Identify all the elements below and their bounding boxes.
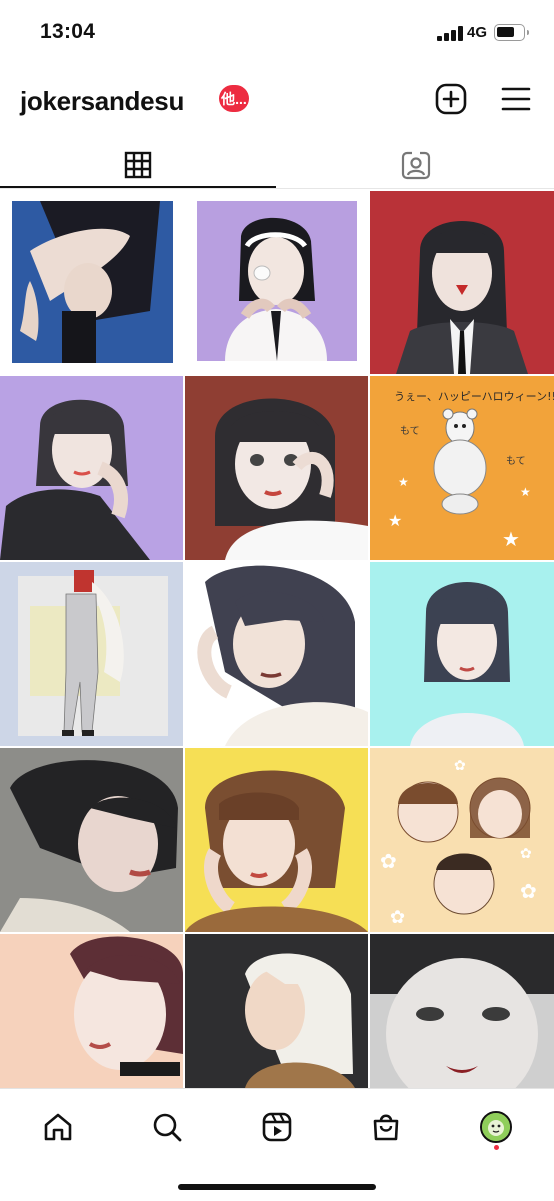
cellular-signal-icon (437, 26, 463, 41)
search-icon (153, 1113, 182, 1142)
grid-post[interactable] (185, 376, 368, 560)
svg-text:✿: ✿ (380, 851, 397, 873)
home-icon (44, 1113, 72, 1141)
svg-text:✿: ✿ (520, 881, 537, 903)
person-tag-icon (401, 151, 431, 180)
active-tab-indicator (0, 186, 276, 188)
nav-search[interactable] (145, 1105, 189, 1149)
svg-text:✿: ✿ (454, 757, 466, 773)
post-grid: うぇー、ハッピーハロウィーン!! もて もて ★ ★ ★ ★ ✿ ✿ ✿ ✿ ✿ (0, 191, 554, 1088)
notification-badge[interactable]: 他... (219, 85, 249, 112)
shop-bag-icon (373, 1114, 399, 1141)
network-type: 4G (467, 24, 488, 41)
nav-reels[interactable] (255, 1105, 299, 1149)
svg-text:✿: ✿ (390, 907, 405, 927)
status-time: 13:04 (40, 20, 96, 43)
post-caption: うぇー、ハッピーハロウィーン!! (394, 390, 554, 403)
grid-post[interactable]: うぇー、ハッピーハロウィーン!! もて もて ★ ★ ★ ★ (370, 376, 554, 560)
post-word: もて (400, 425, 420, 437)
reels-icon (262, 1112, 292, 1142)
profile-activity-dot (494, 1145, 499, 1150)
grid-post[interactable] (0, 934, 183, 1088)
grid-icon (124, 151, 152, 179)
nav-home[interactable] (36, 1105, 80, 1149)
profile-username[interactable]: jokersandesu (20, 86, 184, 117)
post-word: もて (506, 455, 526, 467)
grid-post[interactable] (0, 376, 183, 560)
grid-post[interactable] (185, 562, 368, 746)
create-post-button[interactable] (434, 82, 468, 116)
grid-post[interactable] (370, 934, 554, 1088)
svg-text:★: ★ (398, 475, 409, 489)
grid-post[interactable] (185, 934, 368, 1088)
avatar (480, 1111, 512, 1143)
nav-shop[interactable] (364, 1105, 408, 1149)
grid-post[interactable]: ✿ ✿ ✿ ✿ ✿ (370, 748, 554, 932)
grid-post[interactable] (370, 562, 554, 746)
svg-text:★: ★ (520, 485, 531, 499)
nav-profile[interactable] (474, 1105, 518, 1149)
plus-square-icon (435, 83, 467, 115)
profile-header: jokersandesu (0, 66, 554, 132)
svg-text:★: ★ (388, 513, 402, 530)
tab-posts-grid[interactable] (0, 140, 276, 190)
grid-post[interactable] (0, 748, 183, 932)
tab-divider (0, 188, 554, 189)
status-bar: 13:04 4G (0, 0, 554, 66)
home-indicator (178, 1184, 376, 1190)
grid-post[interactable] (185, 748, 368, 932)
svg-text:★: ★ (502, 529, 520, 551)
grid-post[interactable] (0, 562, 183, 746)
grid-post[interactable] (370, 191, 554, 374)
hamburger-menu-icon (501, 87, 531, 111)
svg-text:✿: ✿ (520, 845, 532, 861)
grid-post[interactable] (0, 191, 183, 374)
grid-post[interactable] (185, 191, 368, 374)
battery-icon (494, 24, 529, 41)
tab-tagged[interactable] (278, 140, 554, 190)
menu-button[interactable] (499, 84, 533, 114)
